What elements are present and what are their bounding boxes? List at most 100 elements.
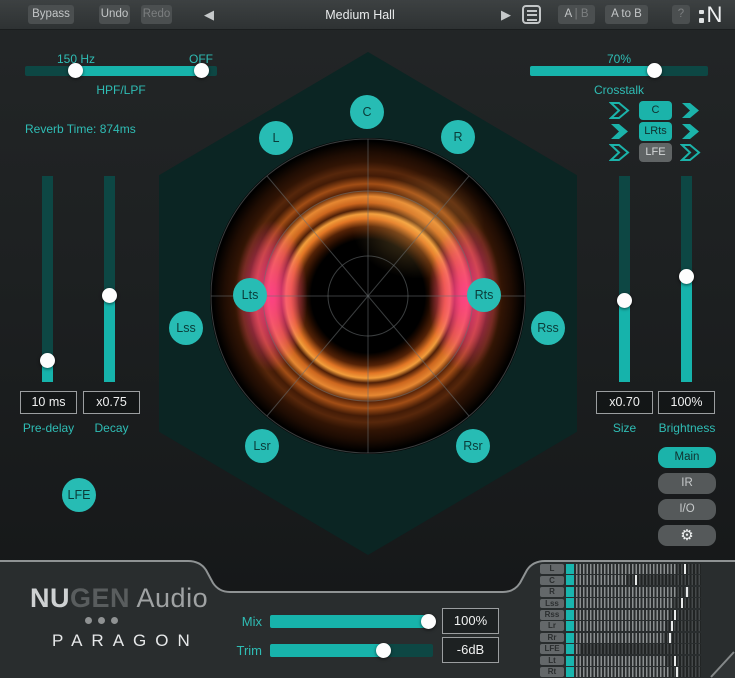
bypass-button[interactable]: Bypass: [28, 5, 74, 24]
meter-row: Lr: [540, 621, 702, 631]
next-preset-icon[interactable]: ▶: [501, 7, 511, 23]
route-lfe-button[interactable]: LFE: [639, 143, 672, 162]
meter-row: L: [540, 564, 702, 574]
preset-list-icon[interactable]: [522, 5, 541, 24]
meter-track: [576, 656, 701, 666]
route-c-button[interactable]: C: [639, 101, 672, 120]
mix-slider-handle[interactable]: [421, 614, 436, 629]
nugen-logo-icon: N: [699, 3, 722, 27]
predelay-label: Pre-delay: [18, 421, 79, 435]
predelay-slider-handle[interactable]: [40, 353, 55, 368]
meter-input-block: [566, 621, 574, 631]
predelay-value-box[interactable]: 10 ms: [20, 391, 77, 414]
hpf-slider-handle[interactable]: [68, 63, 83, 78]
settings-gear-button[interactable]: ⚙: [658, 525, 716, 546]
meter-input-block: [566, 598, 574, 608]
hpf-lpf-slider[interactable]: [25, 66, 217, 76]
channel-lss[interactable]: Lss: [169, 311, 203, 345]
product-name: PARAGON: [52, 631, 199, 651]
tab-main[interactable]: Main: [658, 447, 716, 468]
channel-lsr[interactable]: Lsr: [245, 429, 279, 463]
meter-input-block: [566, 610, 574, 620]
mix-slider[interactable]: [270, 615, 433, 628]
brand-nu: NU: [30, 583, 70, 613]
decay-value-box[interactable]: x0.75: [83, 391, 140, 414]
meter-level: [576, 644, 580, 654]
route-right-chevron-outline-icon[interactable]: [680, 143, 702, 162]
a-to-b-button[interactable]: A to B: [605, 5, 648, 24]
meter-track: [576, 644, 701, 654]
size-slider[interactable]: [619, 176, 630, 382]
mix-value-box[interactable]: 100%: [442, 608, 499, 634]
meter-input-block: [566, 564, 574, 574]
size-slider-handle[interactable]: [617, 293, 632, 308]
brightness-label: Brightness: [652, 421, 722, 435]
meter-input-block: [566, 644, 574, 654]
meter-input-block: [566, 587, 574, 597]
meter-level: [576, 633, 664, 643]
meter-level: [576, 667, 669, 677]
tab-ir[interactable]: IR: [658, 473, 716, 494]
route-left-chevron-solid-icon[interactable]: [609, 122, 631, 141]
route-left-chevron-outline-icon[interactable]: [609, 101, 631, 120]
brightness-slider-handle[interactable]: [679, 269, 694, 284]
trim-slider-handle[interactable]: [376, 643, 391, 658]
size-value-box[interactable]: x0.70: [596, 391, 653, 414]
help-button[interactable]: ?: [672, 5, 690, 24]
route-lrts-button[interactable]: LRts: [639, 122, 672, 141]
channel-lfe[interactable]: LFE: [62, 478, 96, 512]
redo-button[interactable]: Redo: [141, 5, 172, 24]
tab-io[interactable]: I/O: [658, 499, 716, 520]
decay-slider[interactable]: [104, 176, 115, 382]
channel-r[interactable]: R: [441, 120, 475, 154]
channel-lts[interactable]: Lts: [233, 278, 267, 312]
channel-c[interactable]: C: [350, 95, 384, 129]
channel-rsr[interactable]: Rsr: [456, 429, 490, 463]
route-left-chevron-outline-icon[interactable]: [609, 143, 631, 162]
meter-row: C: [540, 575, 702, 585]
meter-peak-hold: [686, 587, 688, 597]
meter-peak-hold: [676, 667, 678, 677]
meter-row: Rss: [540, 610, 702, 620]
meter-channel-label: Rss: [540, 610, 564, 620]
trim-value-box[interactable]: -6dB: [442, 637, 499, 663]
lpf-slider-handle[interactable]: [194, 63, 209, 78]
channel-meters: LCRLssRssLrRrLFELtRt: [540, 564, 702, 678]
meter-track: [576, 564, 701, 574]
meter-input-block: [566, 667, 574, 677]
crosstalk-slider[interactable]: [530, 66, 708, 76]
channel-l[interactable]: L: [259, 121, 293, 155]
meter-row: Lss: [540, 598, 702, 608]
brand-dots-icon: [85, 617, 118, 624]
channel-rts[interactable]: Rts: [467, 278, 501, 312]
route-right-chevron-solid-icon[interactable]: [680, 122, 702, 141]
meter-peak-hold: [635, 575, 637, 585]
meter-channel-label: Lr: [540, 621, 564, 631]
crosstalk-slider-handle[interactable]: [647, 63, 662, 78]
ab-b-label: | B: [571, 8, 588, 20]
meter-level: [576, 656, 666, 666]
decay-label: Decay: [81, 421, 142, 435]
decay-slider-handle[interactable]: [102, 288, 117, 303]
previous-preset-icon[interactable]: ◀: [204, 7, 214, 23]
meter-track: [576, 667, 701, 677]
meter-peak-hold: [681, 598, 683, 608]
trim-slider[interactable]: [270, 644, 433, 657]
route-right-chevron-solid-icon[interactable]: [680, 101, 702, 120]
nugen-logo-n: N: [707, 3, 723, 27]
preset-name[interactable]: Medium Hall: [290, 8, 430, 22]
paragon-plugin-window: Bypass Undo Redo ◀ Medium Hall ▶ A | B A…: [0, 0, 735, 678]
channel-rss[interactable]: Rss: [531, 311, 565, 345]
ab-compare-button[interactable]: A | B: [558, 5, 595, 24]
meter-level: [576, 621, 666, 631]
meter-channel-label: LFE: [540, 644, 564, 654]
meter-row: Rr: [540, 633, 702, 643]
meter-row: R: [540, 587, 702, 597]
hpf-lpf-label: HPF/LPF: [85, 83, 157, 97]
meter-track: [576, 575, 701, 585]
predelay-slider[interactable]: [42, 176, 53, 382]
meter-peak-hold: [674, 610, 676, 620]
brightness-value-box[interactable]: 100%: [658, 391, 715, 414]
meter-peak-hold: [674, 656, 676, 666]
undo-button[interactable]: Undo: [99, 5, 130, 24]
